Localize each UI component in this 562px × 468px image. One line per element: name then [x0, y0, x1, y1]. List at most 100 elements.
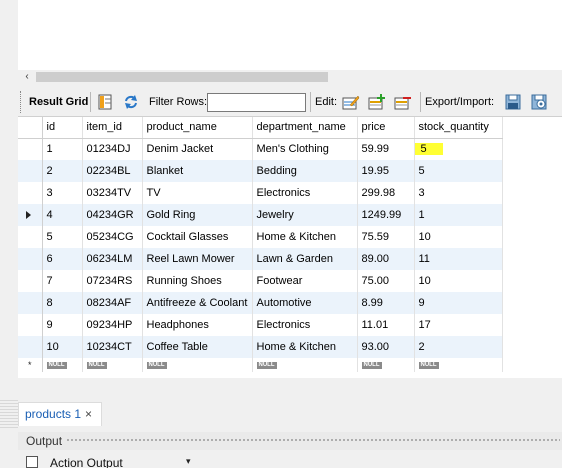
cell-product-name[interactable]: Headphones [142, 314, 253, 336]
cell-id-null[interactable]: NULL [42, 358, 83, 372]
result-grid-label[interactable]: Result Grid [29, 88, 88, 116]
cell-price[interactable]: 8.99 [357, 292, 415, 314]
table-row[interactable]: 4 04234GR Gold Ring Jewelry 1249.99 1 [18, 204, 503, 226]
row-header[interactable] [18, 292, 43, 314]
table-row[interactable]: 7 07234RS Running Shoes Footwear 75.00 1… [18, 270, 503, 292]
column-header-stock-quantity[interactable]: stock_quantity [414, 117, 503, 139]
cell-stock-quantity-null[interactable]: NULL [414, 358, 503, 372]
column-header-item-id[interactable]: item_id [82, 117, 143, 139]
cell-id[interactable]: 8 [42, 292, 83, 314]
cell-price[interactable]: 93.00 [357, 336, 415, 358]
cell-department-name-null[interactable]: NULL [252, 358, 358, 372]
horizontal-scrollbar[interactable]: ‹ [18, 70, 562, 84]
table-row[interactable]: 9 09234HP Headphones Electronics 11.01 1… [18, 314, 503, 336]
cell-id[interactable]: 10 [42, 336, 83, 358]
cell-id[interactable]: 2 [42, 160, 83, 182]
cell-stock-quantity[interactable]: 2 [414, 336, 503, 358]
cell-product-name[interactable]: Denim Jacket [142, 138, 253, 160]
scroll-left-icon[interactable]: ‹ [20, 70, 34, 84]
tab-products-1[interactable]: products 1 × [18, 402, 102, 426]
new-row[interactable]: * NULL NULL NULL NULL NULL NULL [18, 358, 503, 372]
export-icon[interactable] [504, 93, 522, 111]
cell-department-name[interactable]: Home & Kitchen [252, 226, 358, 248]
cell-product-name[interactable]: Running Shoes [142, 270, 253, 292]
cell-item-id[interactable]: 02234BL [82, 160, 143, 182]
cell-price[interactable]: 75.59 [357, 226, 415, 248]
cell-price-null[interactable]: NULL [357, 358, 415, 372]
cell-price[interactable]: 11.01 [357, 314, 415, 336]
cell-product-name[interactable]: Reel Lawn Mower [142, 248, 253, 270]
grid-view-icon[interactable] [96, 93, 114, 111]
cell-price[interactable]: 59.99 [357, 138, 415, 160]
cell-product-name[interactable]: Coffee Table [142, 336, 253, 358]
row-header[interactable] [18, 270, 43, 292]
cell-stock-quantity[interactable]: 5 [414, 138, 503, 160]
cell-stock-quantity[interactable]: 1 [414, 204, 503, 226]
scrollbar-thumb[interactable] [36, 72, 328, 82]
cell-id[interactable]: 4 [42, 204, 83, 226]
table-row[interactable]: 1 01234DJ Denim Jacket Men's Clothing 59… [18, 138, 503, 160]
row-header[interactable] [18, 138, 43, 160]
cell-price[interactable]: 299.98 [357, 182, 415, 204]
cell-department-name[interactable]: Automotive [252, 292, 358, 314]
row-header[interactable] [18, 248, 43, 270]
cell-item-id[interactable]: 07234RS [82, 270, 143, 292]
cell-id[interactable]: 3 [42, 182, 83, 204]
cell-department-name[interactable]: Electronics [252, 314, 358, 336]
cell-price[interactable]: 75.00 [357, 270, 415, 292]
cell-stock-quantity[interactable]: 11 [414, 248, 503, 270]
cell-item-id[interactable]: 06234LM [82, 248, 143, 270]
cell-department-name[interactable]: Bedding [252, 160, 358, 182]
table-row[interactable]: 2 02234BL Blanket Bedding 19.95 5 [18, 160, 503, 182]
cell-product-name-null[interactable]: NULL [142, 358, 253, 372]
cell-department-name[interactable]: Jewelry [252, 204, 358, 226]
edit-row-icon[interactable] [342, 93, 360, 111]
cell-stock-quantity[interactable]: 10 [414, 226, 503, 248]
column-header-department-name[interactable]: department_name [252, 117, 358, 139]
add-row-icon[interactable] [368, 93, 386, 111]
tab-label[interactable]: products 1 [25, 407, 81, 421]
cell-product-name[interactable]: Blanket [142, 160, 253, 182]
cell-stock-quantity[interactable]: 10 [414, 270, 503, 292]
cell-item-id[interactable]: 03234TV [82, 182, 143, 204]
cell-department-name[interactable]: Lawn & Garden [252, 248, 358, 270]
cell-id[interactable]: 9 [42, 314, 83, 336]
refresh-icon[interactable] [122, 93, 140, 111]
cell-item-id[interactable]: 05234CG [82, 226, 143, 248]
table-row[interactable]: 6 06234LM Reel Lawn Mower Lawn & Garden … [18, 248, 503, 270]
cell-price[interactable]: 1249.99 [357, 204, 415, 226]
cell-id[interactable]: 1 [42, 138, 83, 160]
row-header[interactable] [18, 160, 43, 182]
column-header-price[interactable]: price [357, 117, 415, 139]
table-row[interactable]: 10 10234CT Coffee Table Home & Kitchen 9… [18, 336, 503, 358]
cell-stock-quantity[interactable]: 9 [414, 292, 503, 314]
cell-item-id[interactable]: 01234DJ [82, 138, 143, 160]
cell-price[interactable]: 89.00 [357, 248, 415, 270]
table-row[interactable]: 5 05234CG Cocktail Glasses Home & Kitche… [18, 226, 503, 248]
column-header-product-name[interactable]: product_name [142, 117, 253, 139]
cell-item-id[interactable]: 04234GR [82, 204, 143, 226]
cell-product-name[interactable]: Antifreeze & Coolant [142, 292, 253, 314]
filter-rows-input[interactable] [207, 93, 306, 112]
cell-department-name[interactable]: Men's Clothing [252, 138, 358, 160]
cell-price[interactable]: 19.95 [357, 160, 415, 182]
cell-department-name[interactable]: Home & Kitchen [252, 336, 358, 358]
action-output-select[interactable]: Action Output [50, 456, 123, 468]
cell-product-name[interactable]: Gold Ring [142, 204, 253, 226]
cell-department-name[interactable]: Footwear [252, 270, 358, 292]
cell-department-name[interactable]: Electronics [252, 182, 358, 204]
cell-item-id-null[interactable]: NULL [82, 358, 143, 372]
row-header-current[interactable] [18, 204, 43, 226]
cell-stock-quantity[interactable]: 17 [414, 314, 503, 336]
delete-row-icon[interactable] [394, 93, 412, 111]
row-header[interactable] [18, 314, 43, 336]
close-icon[interactable]: × [85, 407, 92, 421]
row-header[interactable] [18, 182, 43, 204]
chevron-down-icon[interactable]: ▾ [186, 456, 191, 467]
cell-id[interactable]: 6 [42, 248, 83, 270]
cell-item-id[interactable]: 08234AF [82, 292, 143, 314]
row-header[interactable] [18, 226, 43, 248]
cell-product-name[interactable]: Cocktail Glasses [142, 226, 253, 248]
panel-grip[interactable] [66, 438, 560, 443]
import-icon[interactable] [530, 93, 548, 111]
